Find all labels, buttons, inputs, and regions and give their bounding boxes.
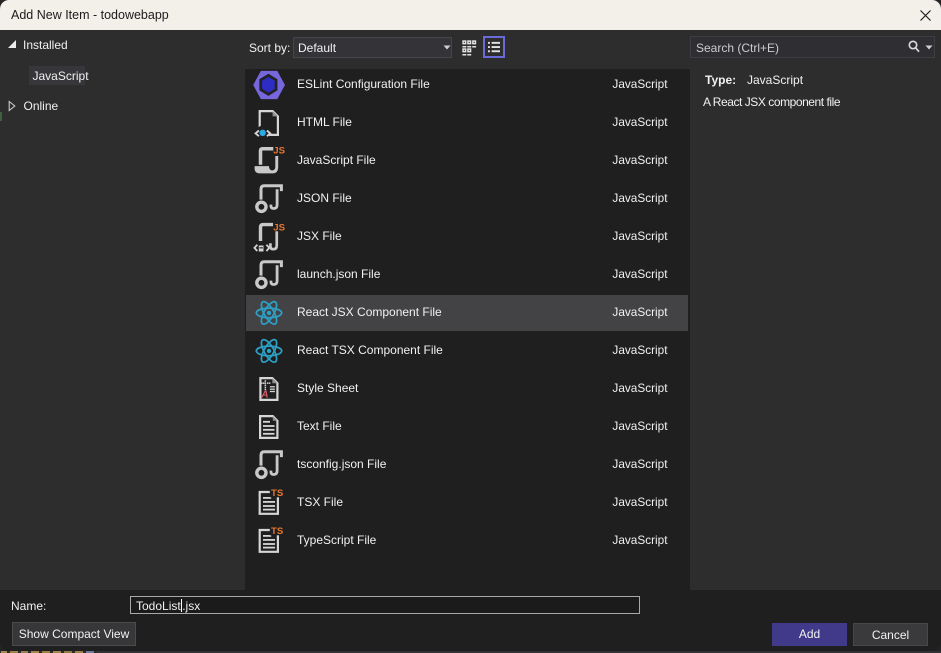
svg-text:JS: JS — [273, 145, 285, 156]
svg-text:TS: TS — [271, 488, 284, 499]
svg-text:TS: TS — [271, 526, 284, 537]
svg-text:JS: JS — [273, 222, 285, 233]
svg-text:A: A — [260, 389, 268, 400]
